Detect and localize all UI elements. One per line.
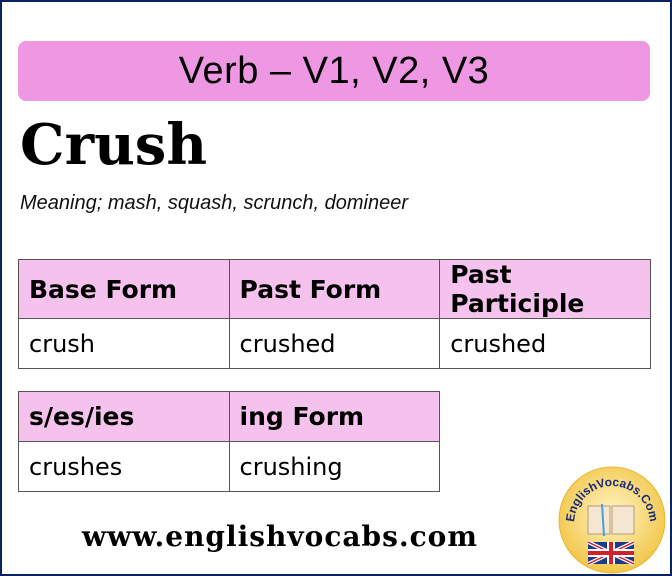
header-s-es-ies: s/es/ies: [18, 391, 230, 442]
verb-forms-table: Base Form Past Form Past Participle crus…: [18, 259, 651, 369]
cell-ing-form: crushing: [228, 441, 440, 492]
table-header-row: Base Form Past Form Past Participle: [18, 259, 651, 319]
cell-past-form: crushed: [228, 318, 441, 369]
verb-word: Crush: [20, 112, 208, 178]
uk-flag-icon: [587, 540, 635, 566]
header-past-participle: Past Participle: [439, 259, 651, 319]
cell-past-participle: crushed: [439, 318, 651, 369]
title-banner: Verb – V1, V2, V3: [18, 41, 650, 101]
extra-forms-table: s/es/ies ing Form crushes crushing: [18, 391, 440, 492]
cell-s-es-ies: crushes: [18, 441, 230, 492]
table-row: crush crushed crushed: [18, 318, 651, 369]
header-ing-form: ing Form: [228, 391, 440, 442]
website-url: www.englishvocabs.com: [82, 520, 478, 553]
table-header-row: s/es/ies ing Form: [18, 391, 440, 442]
cell-base-form: crush: [18, 318, 230, 369]
header-past-form: Past Form: [228, 259, 441, 319]
header-base-form: Base Form: [18, 259, 230, 319]
table-row: crushes crushing: [18, 441, 440, 492]
title-text: Verb – V1, V2, V3: [178, 49, 490, 92]
englishvocabs-logo: EnglishVocabs.Com: [558, 466, 666, 574]
meaning-text: Meaning; mash, squash, scrunch, domineer: [20, 192, 408, 214]
